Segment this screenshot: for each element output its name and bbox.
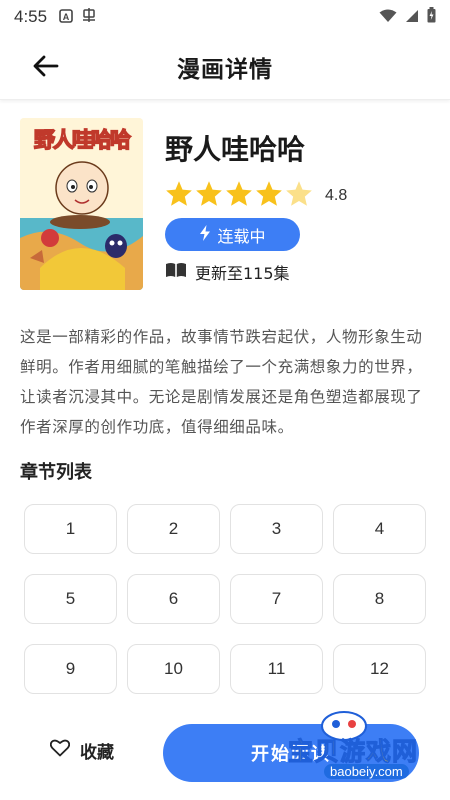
comic-cover: 野人哇哈哈 [20, 118, 143, 290]
wifi-icon [379, 8, 397, 27]
chapter-button-3[interactable]: 3 [230, 504, 323, 554]
chapter-button-12[interactable]: 12 [333, 644, 426, 694]
status-bar: 4:55 A [0, 0, 450, 34]
start-reading-button[interactable]: 开始阅读 [163, 724, 419, 782]
cover-title-text: 野人哇哈哈 [33, 127, 132, 153]
chapter-button-8[interactable]: 8 [333, 574, 426, 624]
favorite-button[interactable]: 收藏 [49, 738, 114, 763]
update-info: 更新至115集 [165, 260, 290, 284]
a-box-icon: A [59, 8, 73, 27]
lightning-icon [199, 224, 217, 245]
page-title: 漫画详情 [177, 56, 273, 83]
chapter-button-5[interactable]: 5 [24, 574, 117, 624]
chapter-button-2[interactable]: 2 [127, 504, 220, 554]
update-label: 更新至115集 [195, 264, 290, 283]
status-label: 连载中 [217, 226, 266, 246]
favorite-label: 收藏 [80, 743, 114, 763]
star-outline-icon [285, 180, 315, 211]
status-time: 4:55 [14, 7, 48, 26]
chapter-button-6[interactable]: 6 [127, 574, 220, 624]
chapter-button-1[interactable]: 1 [24, 504, 117, 554]
heart-icon [49, 739, 80, 762]
book-icon [165, 262, 195, 282]
bottom-action-bar: 收藏 开始阅读 [0, 712, 450, 800]
star-icon [225, 180, 255, 211]
back-button[interactable] [30, 52, 62, 84]
chapter-button-10[interactable]: 10 [127, 644, 220, 694]
comic-description: 这是一部精彩的作品，故事情节跌宕起伏，人物形象生动鲜明。作者用细腻的笔触描绘了一… [20, 328, 423, 436]
chapter-list-title: 章节列表 [20, 462, 92, 483]
arrow-left-icon [33, 55, 59, 81]
chapter-button-7[interactable]: 7 [230, 574, 323, 624]
comic-title: 野人哇哈哈 [165, 133, 306, 166]
star-icon [165, 180, 195, 211]
signal-icon [405, 8, 419, 27]
bug-icon [81, 7, 97, 27]
chapter-button-4[interactable]: 4 [333, 504, 426, 554]
chapter-button-9[interactable]: 9 [24, 644, 117, 694]
battery-icon [427, 7, 436, 27]
status-badge: 连载中 [165, 218, 300, 251]
chapter-button-11[interactable]: 11 [230, 644, 323, 694]
chapter-grid: 1 2 3 4 5 6 7 8 9 10 11 12 [24, 504, 426, 694]
app-header: 漫画详情 [0, 34, 450, 100]
star-icon [255, 180, 285, 211]
svg-text:A: A [63, 12, 70, 22]
rating-value: 4.8 [325, 186, 348, 204]
rating: 4.8 [165, 180, 347, 211]
star-icon [195, 180, 225, 211]
